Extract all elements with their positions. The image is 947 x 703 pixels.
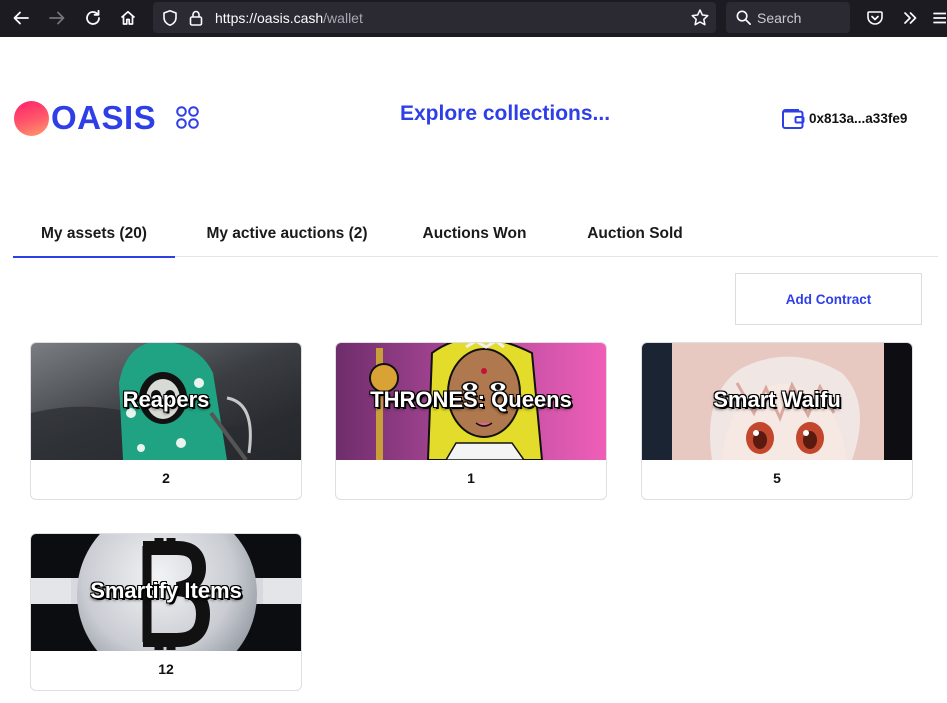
oasis-logo[interactable]: OASIS [14, 99, 156, 137]
reload-button[interactable] [79, 5, 107, 31]
asset-tabs: My assets (20) My active auctions (2) Au… [13, 212, 938, 258]
wallet-button[interactable]: 0x813a...a33fe9 [781, 107, 907, 130]
chevrons-right-icon [904, 12, 917, 24]
collection-count: 5 [773, 470, 781, 486]
arrow-left-icon [13, 11, 29, 25]
collection-card-smartify-items[interactable]: Smartify Items 12 [30, 533, 302, 691]
grid-icon[interactable] [175, 105, 200, 130]
star-icon[interactable] [690, 8, 710, 28]
wallet-address: 0x813a...a33fe9 [809, 111, 908, 126]
overflow-button[interactable] [896, 5, 924, 31]
reload-icon [86, 9, 100, 25]
pocket-icon [867, 11, 883, 25]
forward-button[interactable] [43, 5, 71, 31]
hamburger-menu-icon [932, 12, 946, 24]
wallet-icon [782, 109, 805, 129]
back-button[interactable] [7, 5, 35, 31]
collection-card-thrones-queens[interactable]: THRONES: Queens 1 [335, 342, 607, 500]
menu-button[interactable] [926, 5, 947, 31]
collection-title: Reapers [122, 387, 210, 412]
url-host: https://oasis.cash [215, 10, 324, 26]
url-path: /wallet [323, 10, 363, 26]
collection-card-reapers[interactable]: Reapers 2 [30, 342, 302, 500]
lock-icon[interactable] [187, 9, 205, 27]
collection-count: 1 [467, 470, 475, 486]
search-placeholder: Search [757, 10, 802, 26]
browser-toolbar: https://oasis.cash/wallet Search [0, 0, 947, 37]
url-text[interactable]: https://oasis.cash/wallet [215, 10, 363, 26]
tab-my-active-auctions[interactable]: My active auctions (2) [189, 212, 385, 256]
collection-card-smart-waifu[interactable]: Smart Waifu 5 [641, 342, 913, 500]
tab-auctions-won[interactable]: Auctions Won [406, 212, 543, 256]
collection-title: THRONES: Queens [370, 387, 572, 412]
tab-my-assets[interactable]: My assets (20) [13, 212, 175, 258]
logo-text: OASIS [51, 99, 157, 136]
collection-title: Smartify Items [90, 578, 242, 603]
shield-icon[interactable] [161, 9, 179, 27]
logo-mark [14, 100, 49, 136]
home-button[interactable] [114, 5, 142, 31]
collection-count: 12 [158, 661, 174, 677]
home-icon [120, 10, 136, 25]
search-bar[interactable]: Search [726, 2, 850, 33]
address-bar[interactable]: https://oasis.cash/wallet [153, 2, 716, 33]
collection-title: Smart Waifu [713, 387, 841, 412]
search-icon [736, 10, 751, 25]
pocket-button[interactable] [861, 5, 889, 31]
add-contract-button[interactable]: Add Contract [735, 273, 922, 325]
tab-auction-sold[interactable]: Auction Sold [570, 212, 700, 256]
explore-collections-link[interactable]: Explore collections... [400, 102, 610, 126]
arrow-right-icon [49, 11, 65, 25]
collection-count: 2 [162, 470, 170, 486]
